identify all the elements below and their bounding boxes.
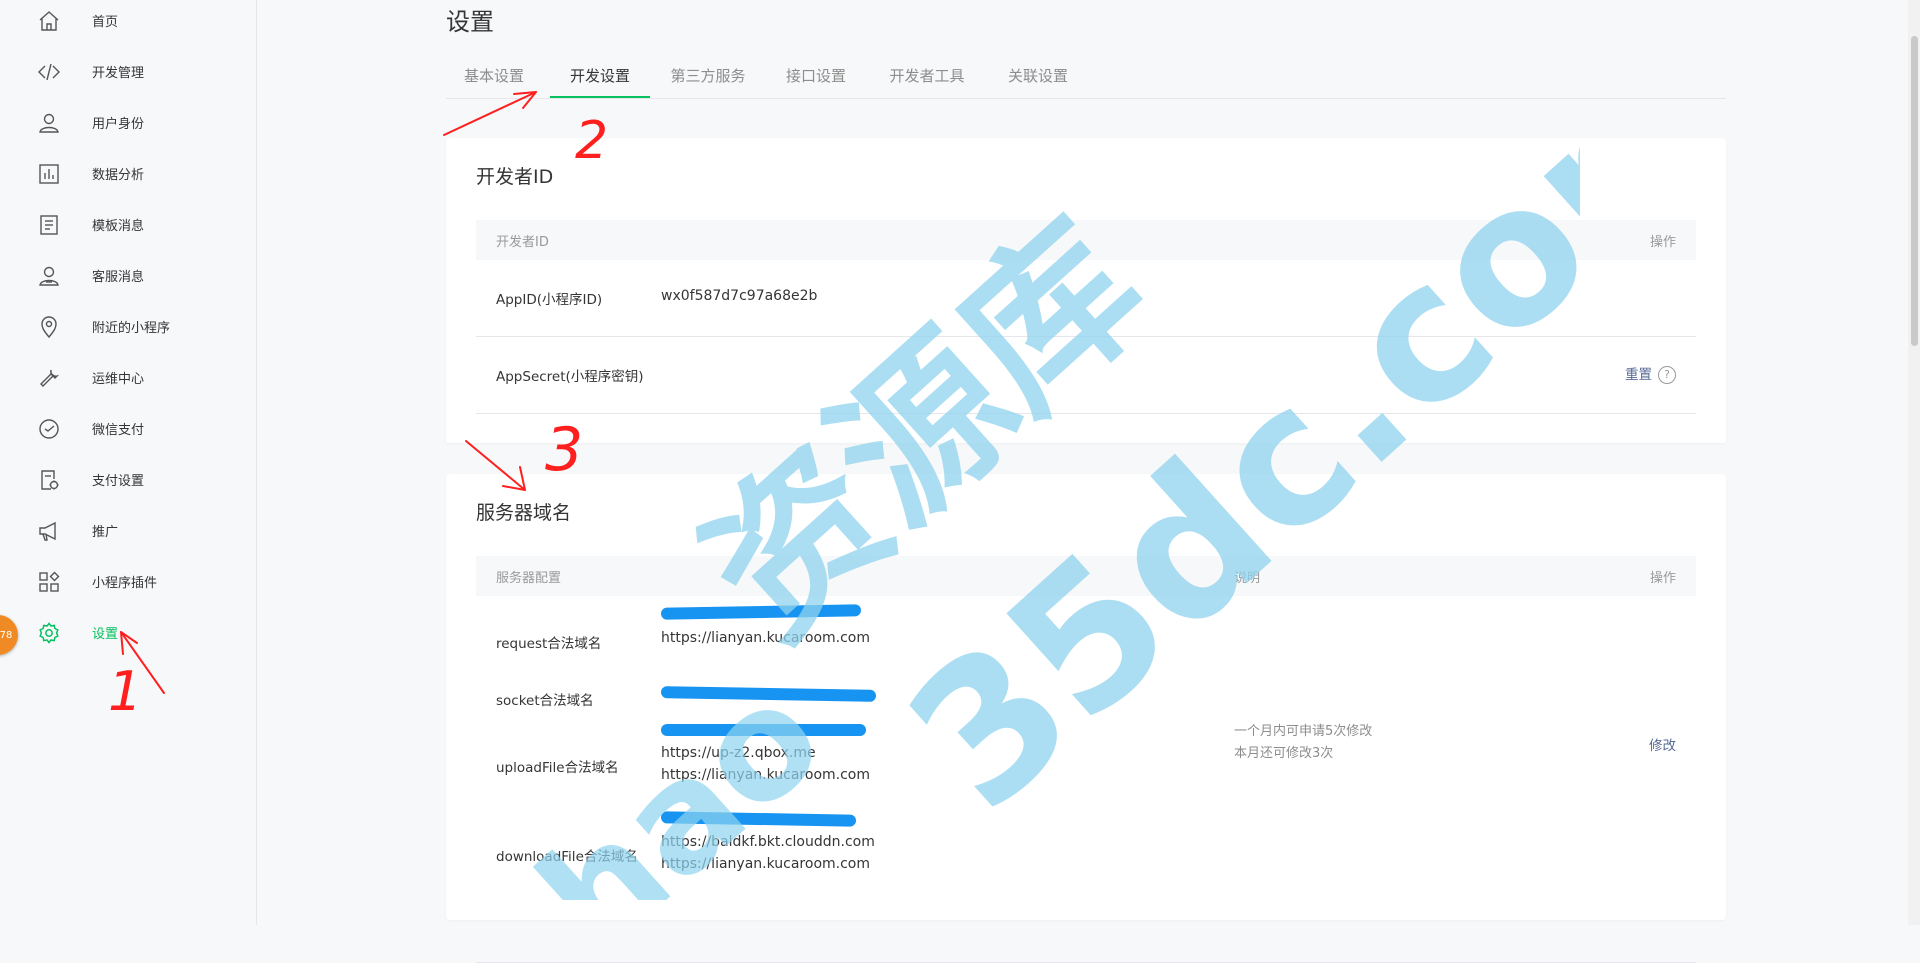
sidebar-item-label: 用户身份	[92, 116, 145, 132]
redaction-scribble	[660, 686, 877, 702]
header-server-config: 服务器配置	[496, 571, 562, 586]
developer-id-title: 开发者ID	[476, 166, 554, 188]
sidebar-item-label: 小程序插件	[92, 575, 158, 591]
downloadfile-domain-label: downloadFile合法域名	[496, 849, 638, 865]
sidebar-item-home[interactable]: 首页	[0, 0, 256, 40]
sidebar-item-nearby-miniprogram[interactable]: 附近的小程序	[0, 306, 256, 346]
header-developer-id: 开发者ID	[496, 235, 549, 250]
help-icon[interactable]: ?	[1658, 365, 1676, 384]
table-row: AppID(小程序ID) wx0f587d7c97a68e2b	[476, 260, 1696, 337]
table-row: AppSecret(小程序密钥) 重置?	[476, 337, 1696, 414]
document-icon	[40, 215, 58, 235]
downloadfile-domain-value: https://baldkf.bkt.clouddn.com	[661, 834, 875, 850]
wechat-pay-icon	[39, 419, 59, 439]
location-pin-icon	[41, 316, 57, 339]
sidebar-item-data-analysis[interactable]: 数据分析	[0, 153, 256, 193]
user-icon	[39, 113, 59, 133]
developer-id-card: 开发者ID 开发者ID 操作 AppID(小程序ID) wx0f587d7c97…	[446, 138, 1726, 443]
table-row: request合法域名 https://lianyan.kucaroom.com…	[476, 596, 1696, 963]
sidebar-item-label: 运维中心	[92, 371, 145, 387]
scrollbar-thumb[interactable]	[1911, 36, 1918, 346]
request-domain-label: request合法域名	[496, 636, 602, 652]
reset-action: 重置?	[1625, 363, 1676, 384]
payment-settings-icon	[41, 470, 59, 490]
appid-value: wx0f587d7c97a68e2b	[661, 288, 818, 304]
header-action: 操作	[1649, 571, 1676, 586]
sidebar-item-promotion[interactable]: 推广	[0, 510, 256, 550]
redaction-scribble	[661, 724, 866, 736]
plugin-icon	[39, 571, 60, 592]
uploadfile-domain-value: https://lianyan.kucaroom.com	[661, 767, 870, 783]
tab-association[interactable]: 关联设置	[990, 56, 1086, 96]
sidebar-item-label: 客服消息	[92, 269, 145, 285]
modify-limit-note: 一个月内可申请5次修改	[1234, 724, 1373, 739]
tab-api-settings[interactable]: 接口设置	[768, 56, 864, 96]
tab-dev-settings[interactable]: 开发设置	[550, 56, 650, 98]
sidebar-item-label: 微信支付	[92, 422, 145, 438]
socket-domain-label: socket合法域名	[496, 693, 594, 709]
sidebar-item-label: 设置	[92, 626, 119, 642]
settings-tabs: 基本设置 开发设置 第三方服务 接口设置 开发者工具 关联设置	[446, 56, 1726, 99]
developer-id-table-header: 开发者ID 操作	[476, 220, 1696, 260]
sidebar-item-wechat-pay[interactable]: 微信支付	[0, 408, 256, 448]
sidebar-item-label: 支付设置	[92, 473, 145, 489]
gear-icon	[39, 622, 59, 644]
redaction-scribble	[660, 604, 862, 620]
sidebar-item-user-identity[interactable]: 用户身份	[0, 102, 256, 142]
server-domain-title: 服务器域名	[476, 502, 572, 524]
modify-remaining-note: 本月还可修改3次	[1234, 746, 1334, 761]
sidebar-item-payment-settings[interactable]: 支付设置	[0, 459, 256, 499]
reset-link[interactable]: 重置	[1625, 367, 1652, 383]
request-domain-value: https://lianyan.kucaroom.com	[661, 630, 870, 646]
header-description: 说明	[1234, 571, 1261, 586]
downloadfile-domain-value: https://lianyan.kucaroom.com	[661, 856, 870, 872]
sidebar-item-label: 数据分析	[92, 167, 145, 183]
scrollbar[interactable]	[1908, 0, 1920, 925]
sidebar-item-ops-center[interactable]: 运维中心	[0, 357, 256, 397]
sidebar-item-label: 附近的小程序	[92, 320, 171, 336]
sidebar-item-settings[interactable]: 设置	[0, 612, 256, 652]
sidebar-item-label: 开发管理	[92, 65, 145, 81]
sidebar-item-dev-management[interactable]: 开发管理	[0, 51, 256, 91]
modify-link[interactable]: 修改	[1649, 734, 1676, 754]
tab-basic-settings[interactable]: 基本设置	[446, 56, 542, 96]
wrench-icon	[40, 369, 60, 387]
sidebar-item-label: 模板消息	[92, 218, 145, 234]
server-domain-card: 服务器域名 服务器配置 说明 操作 request合法域名 https://li…	[446, 474, 1726, 963]
sidebar-item-template-message[interactable]: 模板消息	[0, 204, 256, 244]
uploadfile-domain-label: uploadFile合法域名	[496, 760, 619, 776]
header-action: 操作	[1649, 235, 1676, 250]
tab-third-party[interactable]: 第三方服务	[658, 56, 758, 96]
tab-dev-tools[interactable]: 开发者工具	[872, 56, 982, 96]
redaction-scribble	[660, 811, 857, 827]
appid-label: AppID(小程序ID)	[496, 292, 603, 308]
uploadfile-domain-value: https://up-z2.qbox.me	[661, 745, 816, 761]
code-icon	[38, 63, 60, 81]
megaphone-icon	[39, 521, 56, 541]
sidebar-item-label: 推广	[92, 524, 119, 540]
sidebar-item-plugins[interactable]: 小程序插件	[0, 561, 256, 601]
page-title: 设置	[446, 8, 494, 36]
chart-icon	[39, 164, 59, 184]
sidebar-item-customer-service[interactable]: 客服消息	[0, 255, 256, 295]
support-user-icon	[39, 266, 59, 286]
appsecret-label: AppSecret(小程序密钥)	[496, 369, 644, 385]
home-icon	[39, 11, 59, 31]
server-table-header: 服务器配置 说明 操作	[476, 556, 1696, 596]
sidebar: 首页 开发管理 用户身份 数据分析 模板消息 客服消息 附近的小程序 运维中心 …	[0, 0, 257, 925]
sidebar-item-label: 首页	[92, 14, 119, 30]
